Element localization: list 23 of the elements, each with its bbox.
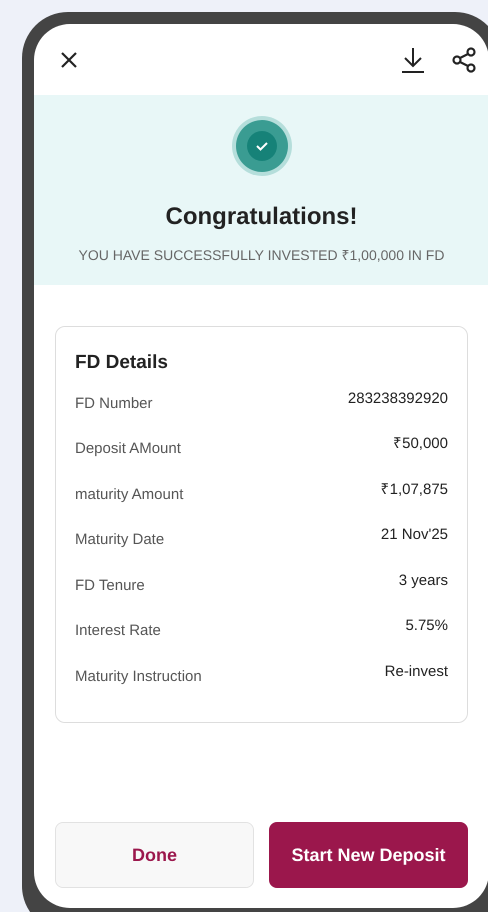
detail-value: Re-invest <box>384 662 448 682</box>
done-button[interactable]: Done <box>55 822 254 888</box>
success-message: YOU HAVE SUCCESSFULLY INVESTED ₹1,00,000 IN FD <box>78 246 444 265</box>
detail-value: ₹50,000 <box>393 434 448 454</box>
detail-label: Maturity Instruction <box>75 666 202 686</box>
congratulations-title: Congratulations! <box>166 202 358 232</box>
share-icon[interactable] <box>451 46 477 72</box>
detail-value: 283238392920 <box>348 388 448 408</box>
success-check-icon <box>232 116 292 176</box>
card-title: FD Details <box>75 351 169 375</box>
download-icon[interactable] <box>401 46 425 72</box>
detail-value: ₹1,07,875 <box>380 480 448 500</box>
detail-label: FD Tenure <box>75 576 145 596</box>
detail-label: FD Number <box>75 394 153 414</box>
detail-value: 3 years <box>398 570 448 590</box>
start-deposit-button[interactable]: Start New Deposit <box>269 822 468 888</box>
detail-value: 21 Nov'25 <box>380 525 448 545</box>
detail-label: maturity Amount <box>75 484 184 504</box>
detail-value: 5.75% <box>405 616 448 636</box>
detail-label: Interest Rate <box>75 621 161 641</box>
detail-label: Deposit AMount <box>75 439 181 459</box>
close-icon[interactable] <box>60 50 78 68</box>
detail-label: Maturity Date <box>75 530 164 550</box>
